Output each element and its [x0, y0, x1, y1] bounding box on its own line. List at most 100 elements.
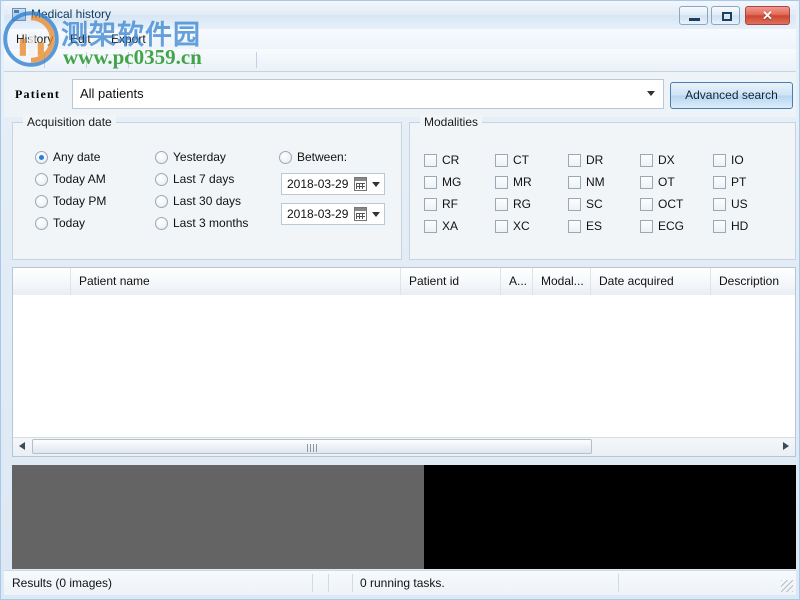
checkbox-es[interactable]: ES	[568, 220, 602, 233]
checkbox-sc[interactable]: SC	[568, 198, 603, 211]
checkbox-ct[interactable]: CT	[495, 154, 529, 167]
table-header-patient-name[interactable]: Patient name	[71, 268, 401, 295]
checkbox-icon	[568, 176, 581, 189]
checkbox-rg[interactable]: RG	[495, 198, 531, 211]
table-header-description[interactable]: Description	[711, 268, 795, 295]
radio-label: Today	[53, 216, 86, 230]
scrollbar-grip-icon	[307, 444, 317, 452]
checkbox-icon	[495, 198, 508, 211]
date-from-value: 2018-03-29	[287, 177, 349, 191]
checkbox-oct[interactable]: OCT	[640, 198, 683, 211]
application-window: Medical history ✕ History Edit Export Pa…	[0, 0, 800, 600]
checkbox-us[interactable]: US	[713, 198, 748, 211]
scrollbar-thumb[interactable]	[32, 439, 592, 454]
checkbox-label: MR	[513, 175, 532, 189]
checkbox-label: OCT	[658, 197, 684, 211]
radio-last-3-months[interactable]: Last 3 months	[155, 217, 248, 230]
app-icon	[12, 8, 26, 21]
checkbox-dr[interactable]: DR	[568, 154, 603, 167]
checkbox-label: ES	[586, 219, 603, 233]
chevron-down-icon	[647, 91, 655, 96]
radio-today-am[interactable]: Today AM	[35, 173, 106, 186]
radio-label: Last 30 days	[173, 194, 242, 208]
scroll-left-arrow-icon[interactable]	[14, 438, 31, 455]
checkbox-label: US	[731, 197, 748, 211]
table-body[interactable]	[13, 295, 795, 438]
radio-label: Yesterday	[173, 150, 226, 164]
status-tasks: 0 running tasks.	[360, 576, 445, 590]
radio-last-7-days[interactable]: Last 7 days	[155, 173, 234, 186]
status-separator	[618, 574, 619, 592]
menu-bar: History Edit Export	[4, 29, 796, 49]
table-header-selector[interactable]	[13, 268, 71, 295]
scroll-right-arrow-icon[interactable]	[777, 438, 794, 455]
radio-icon	[155, 151, 168, 164]
checkbox-nm[interactable]: NM	[568, 176, 605, 189]
advanced-search-button[interactable]: Advanced search	[670, 82, 793, 109]
checkbox-rf[interactable]: RF	[424, 198, 458, 211]
checkbox-xc[interactable]: XC	[495, 220, 530, 233]
checkbox-icon	[568, 198, 581, 211]
checkbox-ecg[interactable]: ECG	[640, 220, 684, 233]
checkbox-xa[interactable]: XA	[424, 220, 458, 233]
checkbox-icon	[424, 220, 437, 233]
table-header-a[interactable]: A...	[501, 268, 533, 295]
table-header-date-acquired[interactable]: Date acquired	[591, 268, 711, 295]
preview-pane-right[interactable]	[424, 465, 796, 569]
status-separator	[312, 574, 313, 592]
checkbox-icon	[424, 154, 437, 167]
radio-last-30-days[interactable]: Last 30 days	[155, 195, 241, 208]
close-button[interactable]: ✕	[745, 6, 790, 25]
radio-icon	[35, 173, 48, 186]
table-header-patient-id[interactable]: Patient id	[401, 268, 501, 295]
checkbox-icon	[640, 154, 653, 167]
toolbar-separator	[44, 52, 45, 68]
checkbox-label: NM	[586, 175, 605, 189]
radio-today[interactable]: Today	[35, 217, 85, 230]
checkbox-icon	[495, 154, 508, 167]
checkbox-icon	[495, 220, 508, 233]
checkbox-mg[interactable]: MG	[424, 176, 461, 189]
date-to-picker[interactable]: 2018-03-29	[281, 203, 385, 225]
checkbox-mr[interactable]: MR	[495, 176, 532, 189]
maximize-button[interactable]	[711, 6, 740, 25]
status-bar: Results (0 images) 0 running tasks.	[4, 570, 796, 595]
acquisition-date-group: Acquisition date Any date Today AM Today…	[12, 115, 402, 260]
toolbar-separator	[256, 52, 257, 68]
toolbar-separator	[194, 52, 195, 68]
checkbox-pt[interactable]: PT	[713, 176, 746, 189]
checkbox-hd[interactable]: HD	[713, 220, 748, 233]
toolbar	[4, 49, 796, 72]
preview-pane-left[interactable]	[12, 465, 424, 569]
radio-label: Last 7 days	[173, 172, 235, 186]
checkbox-icon	[640, 176, 653, 189]
resize-grip-icon[interactable]	[781, 580, 793, 592]
radio-today-pm[interactable]: Today PM	[35, 195, 106, 208]
menu-item-history[interactable]: History	[10, 31, 59, 47]
radio-any-date[interactable]: Any date	[35, 151, 100, 164]
checkbox-label: CT	[513, 153, 529, 167]
radio-between[interactable]: Between:	[279, 151, 347, 164]
table-header-modality[interactable]: Modal...	[533, 268, 591, 295]
checkbox-io[interactable]: IO	[713, 154, 744, 167]
checkbox-label: IO	[731, 153, 744, 167]
checkbox-cr[interactable]: CR	[424, 154, 459, 167]
checkbox-icon	[424, 198, 437, 211]
menu-item-export[interactable]: Export	[105, 31, 152, 47]
checkbox-label: HD	[731, 219, 749, 233]
calendar-icon	[354, 177, 367, 191]
checkbox-dx[interactable]: DX	[640, 154, 675, 167]
patient-combobox[interactable]: All patients	[72, 79, 664, 109]
minimize-icon	[689, 18, 700, 21]
menu-item-edit[interactable]: Edit	[64, 31, 97, 47]
checkbox-label: PT	[731, 175, 747, 189]
modalities-title: Modalities	[420, 115, 483, 129]
modalities-group: Modalities CR MG RF XA CT MR RG XC DR NM…	[409, 115, 796, 260]
date-from-picker[interactable]: 2018-03-29	[281, 173, 385, 195]
horizontal-scrollbar[interactable]	[13, 437, 795, 456]
patient-label: Patient	[15, 87, 61, 101]
checkbox-ot[interactable]: OT	[640, 176, 675, 189]
table-header-row: Patient name Patient id A... Modal... Da…	[13, 268, 795, 296]
radio-yesterday[interactable]: Yesterday	[155, 151, 226, 164]
minimize-button[interactable]	[679, 6, 708, 25]
